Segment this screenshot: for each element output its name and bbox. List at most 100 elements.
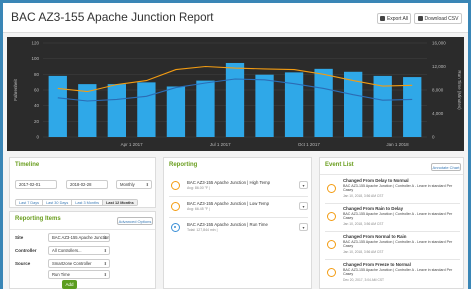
event-item[interactable]: Changed From Rain to Delay BAC AZ3-155 A… <box>325 206 463 229</box>
reporting-item[interactable]: BAC AZ3-155 Apache Junction | High Temp … <box>169 178 312 193</box>
bar-run-time <box>137 82 156 137</box>
event-title: Changed From Normal to Rain <box>343 234 407 239</box>
y-tick-label: 100 <box>31 56 39 61</box>
range-buttons: Last 7 Days Last 30 Days Last 3 Months L… <box>15 199 138 206</box>
event-body: BAC AZ3-155 Apache Junction | Controller… <box>343 212 453 221</box>
timeline-title: Timeline <box>15 162 40 168</box>
y2-axis-label: Run Time (Minutes) <box>457 70 462 110</box>
divider <box>325 231 460 232</box>
interval-select[interactable]: Monthly ⬍ <box>116 180 152 189</box>
start-date-input[interactable]: 2017-02-01 <box>15 180 57 189</box>
reporting-item-title: BAC AZ3-155 Apache Junction | Low Temp <box>187 201 270 206</box>
export-all-label: Export All <box>386 15 409 22</box>
range-7-days[interactable]: Last 7 Days <box>16 200 44 205</box>
source-value: Smartzone Controller <box>52 261 92 266</box>
y2-tick-label: 8,000 <box>432 88 444 93</box>
timeline-panel: Timeline 2017-02-01 2018-02-28 Monthly ⬍… <box>9 157 156 208</box>
save-icon <box>417 16 423 21</box>
annotate-chart-button[interactable]: Annotate Chart <box>431 163 461 171</box>
chevron-down-icon: ⬍ <box>103 261 107 266</box>
y-tick-label: 0 <box>36 135 39 140</box>
report-chart: 0 20 40 60 80 100 120 0 4,000 8,000 12,000 16,000 Fa… <box>7 37 464 151</box>
title-main: BAC AZ3-155 Apache Junction <box>11 10 176 24</box>
x-tick-label: Oct 1 2017 <box>298 142 321 147</box>
reporting-title: Reporting <box>169 162 198 168</box>
circle-icon <box>327 184 336 193</box>
source-label: Source <box>15 261 31 266</box>
bar-run-time <box>196 80 215 137</box>
y2-tick-label: 0 <box>432 135 435 140</box>
event-item[interactable]: Changed From Delay to Normal BAC AZ3-155… <box>325 178 463 201</box>
event-list-title: Event List <box>325 162 354 168</box>
chevron-down-icon[interactable]: ▾ <box>299 223 308 231</box>
download-csv-label: Download CSV <box>424 15 459 22</box>
y2-tick-label: 16,000 <box>432 41 446 46</box>
circle-icon <box>171 202 180 211</box>
title-suffix: Report <box>178 12 214 24</box>
bar-run-time <box>225 62 245 137</box>
event-date: Dec 20, 2017, 3:04 AM CST <box>343 278 385 282</box>
y-tick-label: 20 <box>34 119 40 124</box>
reporting-item-sub: Total: 127,844 min | <box>187 228 218 232</box>
reporting-item-sub: Avg: 86.00 °F | <box>187 186 211 190</box>
controller-select[interactable]: All Controllers... ⬍ <box>48 246 110 255</box>
controller-value: All Controllers... <box>52 248 82 253</box>
y-axis-label: Fahrenheit <box>13 78 18 100</box>
source-select[interactable]: Smartzone Controller ⬍ <box>48 259 110 268</box>
reporting-item-sub: Avg: 66.45 °F | <box>187 207 211 211</box>
site-select[interactable]: BAC AZ3-155 Apache Junction ⬍ <box>48 233 110 242</box>
end-date-input[interactable]: 2018-02-28 <box>66 180 108 189</box>
source-metric-select[interactable]: Run Time ⬍ <box>48 270 110 279</box>
chevron-down-icon[interactable]: ▾ <box>299 202 308 210</box>
add-button[interactable]: Add <box>62 280 77 289</box>
site-value: BAC AZ3-155 Apache Junction <box>52 235 110 240</box>
x-tick-label: Jul 1 2017 <box>210 142 231 147</box>
bar-run-time <box>166 86 186 137</box>
event-title: Changed From Rain to Delay <box>343 206 404 211</box>
bar-run-time <box>403 77 422 137</box>
page-title: BAC AZ3-155 Apache Junction Report <box>11 10 214 24</box>
reporting-item[interactable]: BAC AZ3-155 Apache Junction | Low Temp A… <box>169 199 312 214</box>
divider <box>325 203 460 204</box>
event-body: BAC AZ3-155 Apache Junction | Controller… <box>343 184 453 193</box>
range-30-days[interactable]: Last 30 Days <box>43 200 73 205</box>
event-date: Jan 10, 2018, 3:56 AM CST <box>343 222 384 226</box>
bar-run-time <box>107 84 127 137</box>
y-tick-label: 120 <box>31 41 39 46</box>
bar-run-time <box>255 74 274 137</box>
divider <box>169 196 308 197</box>
reporting-items-panel: Reporting Items Advanced Options Site BA… <box>9 211 156 289</box>
reporting-item[interactable]: BAC AZ3-155 Apache Junction | Run Time T… <box>169 220 312 235</box>
download-csv-button[interactable]: Download CSV <box>414 13 462 24</box>
divider <box>320 174 463 175</box>
export-all-button[interactable]: Export All <box>377 13 411 24</box>
bar-run-time <box>314 68 333 137</box>
target-icon <box>171 223 180 232</box>
divider <box>325 259 460 260</box>
controller-label: Controller <box>15 248 37 253</box>
range-12-months[interactable]: Last 12 Months <box>103 200 137 205</box>
event-item[interactable]: Changed From Freeze to Normal BAC AZ3-15… <box>325 262 463 285</box>
reporting-panel: Reporting BAC AZ3-155 Apache Junction | … <box>163 157 312 289</box>
site-label: Site <box>15 235 24 240</box>
advanced-options-button[interactable]: Advanced Options <box>117 217 153 225</box>
y-tick-label: 60 <box>34 88 40 93</box>
event-title: Changed From Freeze to Normal <box>343 262 411 267</box>
circle-icon <box>327 268 336 277</box>
event-item[interactable]: Changed From Normal to Rain BAC AZ3-155 … <box>325 234 463 257</box>
interval-value: Monthly <box>120 182 135 187</box>
y-tick-label: 80 <box>34 72 40 77</box>
y2-tick-label: 4,000 <box>432 111 444 116</box>
y-tick-label: 40 <box>34 103 40 108</box>
event-list-panel: Event List Annotate Chart Changed From D… <box>319 157 464 289</box>
range-3-months[interactable]: Last 3 Months <box>72 200 104 205</box>
chevron-down-icon: ⬍ <box>103 248 107 253</box>
chart-svg: 0 20 40 60 80 100 120 0 4,000 8,000 12,000 16,000 Fa… <box>13 41 462 148</box>
chevron-down-icon: ⬍ <box>145 182 149 187</box>
reporting-item-title: BAC AZ3-155 Apache Junction | Run Time <box>187 222 268 227</box>
header-bar: BAC AZ3-155 Apache Junction Report Expor… <box>3 3 468 33</box>
divider <box>169 217 308 218</box>
chevron-down-icon[interactable]: ▾ <box>299 181 308 189</box>
x-tick-label: Jan 1 2018 <box>386 142 409 147</box>
event-date: Jan 10, 2018, 3:56 AM CST <box>343 250 384 254</box>
